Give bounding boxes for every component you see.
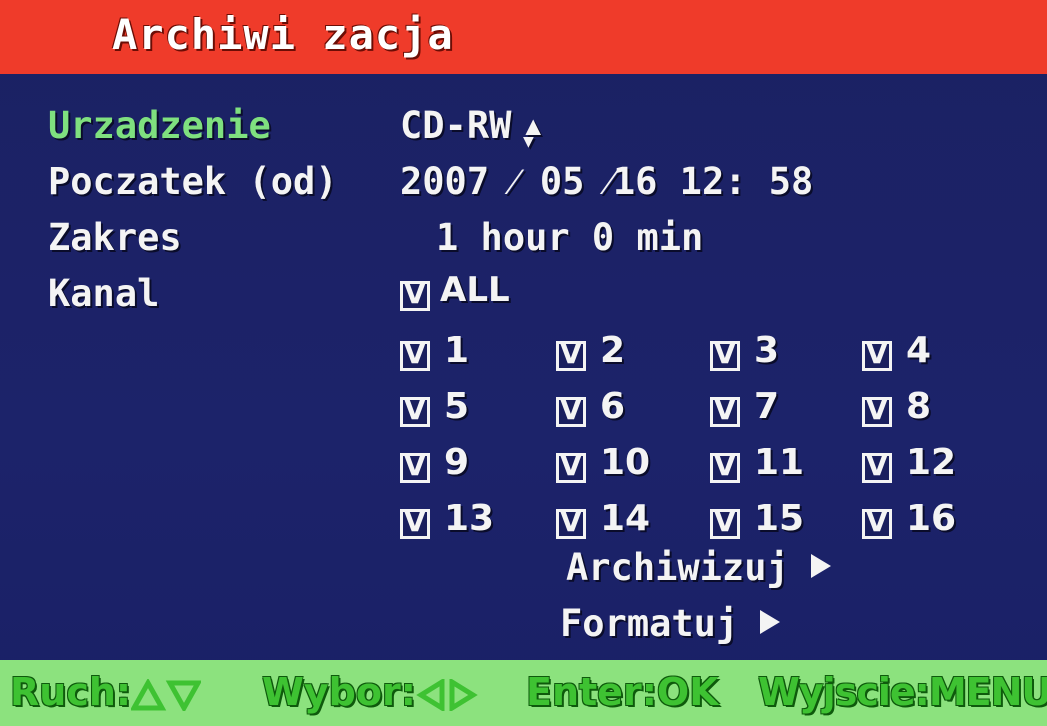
move-hint-label: Ruch:: [10, 670, 132, 714]
checkbox-checked-icon[interactable]: V: [710, 393, 740, 427]
channel-label: 2: [600, 330, 626, 371]
arrow-right-icon: [760, 610, 781, 634]
channel-label: 4: [906, 330, 932, 371]
channel-label: 1: [444, 330, 470, 371]
exit-hint: Wyjscie:MENU: [758, 670, 1047, 714]
archive-button[interactable]: Archiwizuj: [566, 546, 831, 589]
channel-label: 16: [906, 498, 957, 539]
checkbox-mark: V: [714, 505, 736, 538]
checkbox-checked-icon[interactable]: V: [862, 505, 892, 539]
checkbox-mark: V: [866, 337, 888, 370]
checkbox-checked-icon[interactable]: V: [862, 449, 892, 483]
device-label: Urzadzenie: [48, 104, 271, 147]
checkbox-checked-icon[interactable]: V: [862, 337, 892, 371]
format-button[interactable]: Formatuj: [560, 602, 781, 645]
start-datetime-field[interactable]: 2007 ⁄ 05 ⁄16 12: 58: [400, 160, 813, 204]
format-button-label: Formatuj: [560, 602, 739, 645]
checkbox-checked-icon[interactable]: V: [556, 337, 586, 371]
checkbox-checked-icon[interactable]: V: [400, 505, 430, 539]
up-down-arrow-icon[interactable]: ▲▼: [523, 111, 552, 152]
checkbox-checked-icon[interactable]: V: [400, 277, 430, 311]
arrow-right-icon: [810, 554, 831, 578]
archive-screen: Archiwi zacja Urzadzenie CD-RW ▲▼ Poczate…: [0, 0, 1047, 726]
range-label: Zakres: [48, 216, 182, 259]
channel-label: 14: [600, 498, 651, 539]
channel-label: 8: [906, 386, 932, 427]
channel-label: 6: [600, 386, 626, 427]
checkbox-checked-icon[interactable]: V: [400, 393, 430, 427]
checkbox-mark: V: [404, 505, 426, 538]
checkbox-checked-icon[interactable]: V: [556, 505, 586, 539]
checkbox-checked-icon[interactable]: V: [710, 449, 740, 483]
checkbox-mark: V: [560, 449, 582, 482]
select-hint: Wybor:: [262, 670, 478, 714]
page-title: Archiwi zacja: [112, 10, 454, 59]
checkbox-mark: V: [404, 337, 426, 370]
checkbox-mark: V: [714, 337, 736, 370]
checkbox-mark: V: [560, 505, 582, 538]
checkbox-mark: V: [560, 337, 582, 370]
enter-hint: Enter:OK: [526, 670, 719, 714]
checkbox-mark: V: [866, 393, 888, 426]
checkbox-checked-icon[interactable]: V: [556, 449, 586, 483]
channel-label: 5: [444, 386, 470, 427]
channel-label: 13: [444, 498, 495, 539]
select-hint-label: Wybor:: [262, 670, 416, 714]
checkbox-checked-icon[interactable]: V: [556, 393, 586, 427]
channel-label: 3: [754, 330, 780, 371]
checkbox-mark: V: [404, 393, 426, 426]
checkbox-checked-icon[interactable]: V: [400, 449, 430, 483]
channel-label: 10: [600, 442, 651, 483]
title-bar: Archiwi zacja: [0, 0, 1047, 74]
checkbox-mark: V: [714, 449, 736, 482]
channel-label: Kanal: [48, 272, 160, 315]
move-hint: Ruch:: [10, 670, 202, 714]
device-value: CD-RW: [400, 104, 512, 147]
checkbox-checked-icon[interactable]: V: [400, 337, 430, 371]
checkbox-checked-icon[interactable]: V: [862, 393, 892, 427]
channel-all-label: ALL: [440, 270, 510, 310]
checkbox-mark: V: [866, 505, 888, 538]
checkbox-mark: V: [404, 449, 426, 482]
device-select[interactable]: CD-RW ▲▼: [400, 104, 552, 152]
start-label: Poczatek (od): [48, 160, 338, 203]
channel-label: 11: [754, 442, 805, 483]
checkbox-mark: V: [866, 449, 888, 482]
channel-label: 15: [754, 498, 805, 539]
checkbox-checked-icon[interactable]: V: [710, 337, 740, 371]
channel-label: 12: [906, 442, 957, 483]
channel-label: 7: [754, 386, 780, 427]
archive-button-label: Archiwizuj: [566, 546, 789, 589]
channel-label: 9: [444, 442, 470, 483]
checkbox-mark: V: [560, 393, 582, 426]
left-right-arrows-icon: [416, 678, 478, 711]
range-field[interactable]: 1 hour 0 min: [436, 216, 703, 259]
checkbox-mark: V: [714, 393, 736, 426]
up-down-arrows-icon: [131, 678, 202, 711]
checkbox-checked-icon[interactable]: V: [710, 505, 740, 539]
